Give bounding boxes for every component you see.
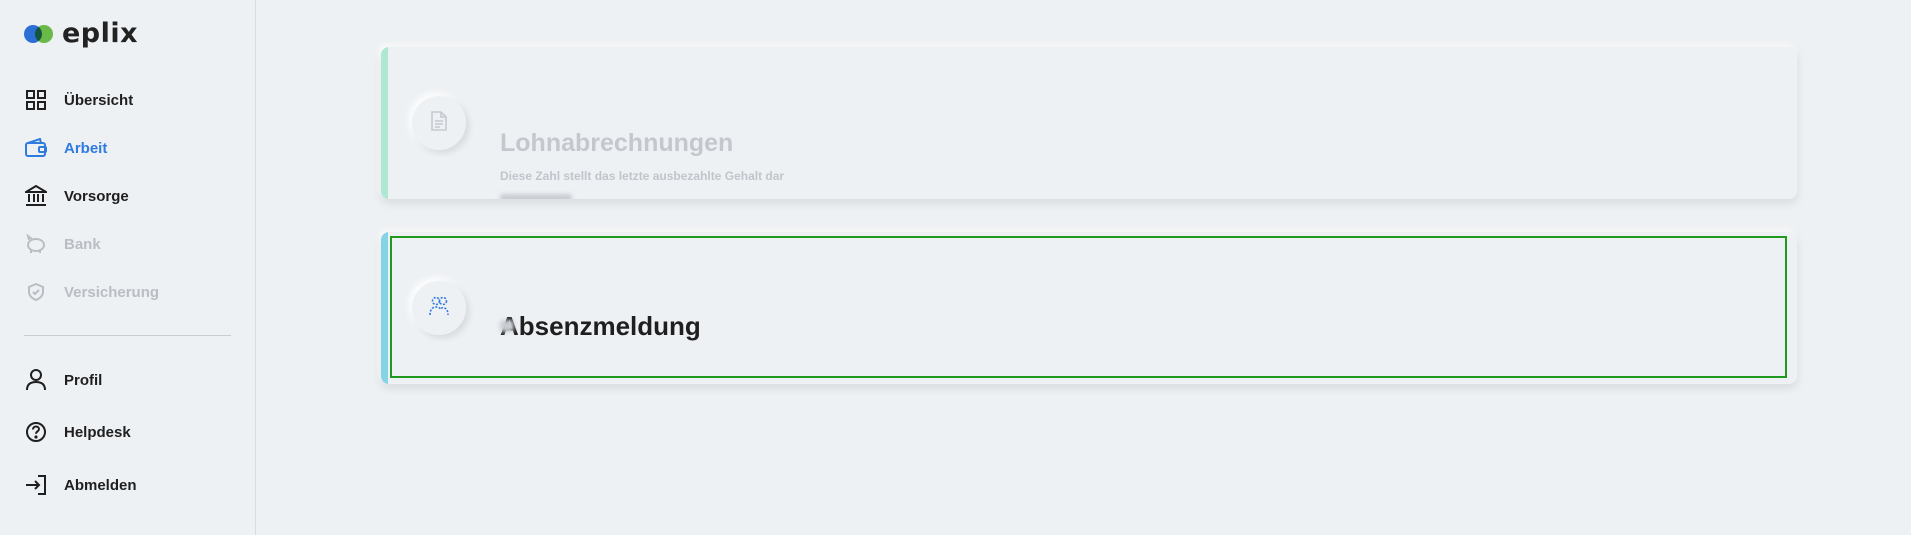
bank-icon [24,184,48,208]
sidebar-item-abmelden[interactable]: Abmelden [24,471,137,499]
absence-users-icon [428,296,450,321]
sidebar-item-label: Helpdesk [64,423,131,441]
sidebar-item-label: Abmelden [64,476,137,494]
logout-icon [24,473,48,497]
sidebar-item-label: Vorsorge [64,187,129,205]
help-icon [24,420,48,444]
redacted-value [500,194,572,199]
card-title: Lohnabrechnungen [500,129,734,157]
sidebar-divider [24,335,231,336]
shield-icon [24,280,48,304]
sidebar-item-arbeit[interactable]: Arbeit [24,134,107,162]
sidebar-item-label: Profil [64,371,103,389]
piggy-bank-icon [24,232,48,256]
eplix-logo[interactable]: eplix [24,18,138,49]
user-icon [24,368,48,392]
sidebar-item-bank: Bank [24,230,101,258]
sidebar-item-profil[interactable]: Profil [24,366,102,394]
sidebar-item-label: Arbeit [64,139,108,157]
card-subtitle: Diese Zahl stellt das letzte ausbezahlte… [500,169,785,183]
card-accent [381,47,388,199]
sidebar-item-label: Übersicht [64,91,134,109]
card-title: Absenzmeldung [500,311,701,341]
card-icon-circle [412,281,466,335]
card-accent [381,232,388,384]
card-icon-circle [412,96,466,150]
sidebar-item-helpdesk[interactable]: Helpdesk [24,418,131,446]
sidebar-item-vorsorge[interactable]: Vorsorge [24,182,129,210]
sidebar-item-label: Bank [64,235,101,253]
wallet-icon [24,136,48,160]
card-absenzmeldung[interactable]: Absenzmeldung [381,232,1797,384]
grid-icon [24,88,48,112]
sidebar-item-label: Versicherung [64,283,160,301]
document-icon [431,110,447,136]
redacted-value [500,320,514,332]
card-lohnabrechnungen: Lohnabrechnungen Diese Zahl stellt das l… [381,47,1797,199]
sidebar-item-versicherung: Versicherung [24,278,159,306]
sidebar-item-uebersicht[interactable]: Übersicht [24,86,133,114]
logo-mark-icon [24,22,54,46]
logo-text: eplix [62,18,139,49]
sidebar: eplix Übersicht Arbeit Vorsorge Bank Ver… [0,0,256,535]
